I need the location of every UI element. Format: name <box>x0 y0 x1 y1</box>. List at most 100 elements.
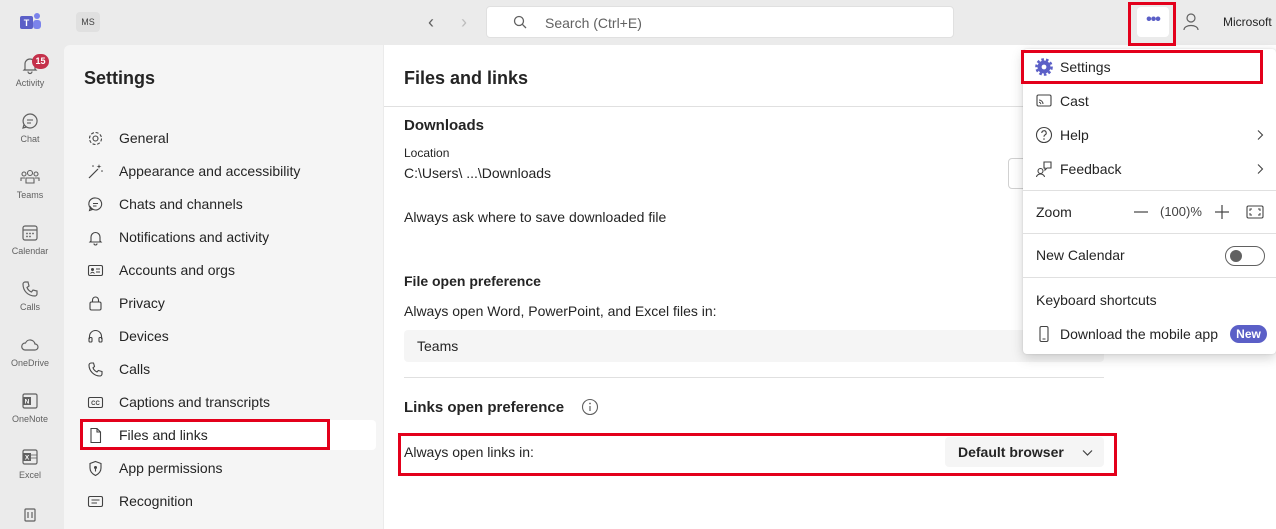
rail-label: Excel <box>18 470 41 480</box>
recognition-icon <box>87 495 104 508</box>
excel-icon: X <box>22 449 38 465</box>
settings-item-label: Accounts and orgs <box>119 262 235 278</box>
settings-item-label: Recognition <box>119 493 193 509</box>
people-icon[interactable] <box>1182 12 1200 32</box>
settings-item-label: Notifications and activity <box>119 229 270 245</box>
menu-label: Download the mobile app <box>1060 326 1218 342</box>
rail-label: Teams <box>16 190 44 200</box>
location-label: Location <box>404 146 450 160</box>
file-open-value: Teams <box>417 338 459 354</box>
file-icon <box>90 427 102 444</box>
menu-item-download-mobile[interactable]: Download the mobile app New <box>1023 317 1276 351</box>
settings-item-calls[interactable]: Calls <box>80 354 376 384</box>
settings-item-label: Chats and channels <box>119 196 243 212</box>
org-name[interactable]: Microsoft <box>1223 15 1272 29</box>
search-input[interactable]: Search (Ctrl+E) <box>486 6 954 38</box>
rail-item-onedrive[interactable]: OneDrive <box>0 329 60 377</box>
info-icon[interactable] <box>581 398 599 416</box>
gear-icon <box>88 131 103 146</box>
more-options-button[interactable]: ••• <box>1137 7 1169 37</box>
menu-item-new-calendar[interactable]: New Calendar <box>1023 238 1276 272</box>
zoom-in-icon[interactable] <box>1212 202 1232 222</box>
menu-label: Feedback <box>1060 161 1122 177</box>
settings-item-files-and-links[interactable]: Files and links <box>80 420 376 450</box>
activity-badge: 15 <box>32 54 49 69</box>
rail-item-chat[interactable]: Chat <box>0 105 60 153</box>
rail-item-activity[interactable]: 15 Activity <box>0 49 60 97</box>
ask-save-location-label: Always ask where to save downloaded file <box>404 209 667 225</box>
settings-item-label: Devices <box>119 328 169 344</box>
svg-text:CC: CC <box>91 401 100 407</box>
rail-item-calendar[interactable]: Calendar <box>0 217 60 265</box>
settings-item-appearance[interactable]: Appearance and accessibility <box>80 156 376 186</box>
rail-item-apps[interactable] <box>0 497 60 529</box>
zoom-out-icon[interactable] <box>1130 203 1152 221</box>
settings-item-privacy[interactable]: Privacy <box>80 288 376 318</box>
settings-item-notifications[interactable]: Notifications and activity <box>80 222 376 252</box>
help-icon <box>1035 126 1053 144</box>
phone-icon <box>88 362 103 377</box>
menu-item-keyboard-shortcuts[interactable]: Keyboard shortcuts <box>1023 283 1276 317</box>
file-open-dropdown[interactable]: Teams <box>404 330 1104 362</box>
menu-label: Help <box>1060 127 1089 143</box>
menu-item-zoom: Zoom (100)% <box>1023 195 1276 229</box>
settings-item-label: General <box>119 130 169 146</box>
svg-text:N: N <box>25 399 30 406</box>
menu-item-help[interactable]: Help <box>1023 118 1276 152</box>
toggle-knob <box>1230 250 1242 262</box>
menu-label: Settings <box>1060 59 1111 75</box>
rail-item-calls[interactable]: Calls <box>0 273 60 321</box>
menu-label: Keyboard shortcuts <box>1036 292 1157 308</box>
svg-text:T: T <box>24 18 30 28</box>
rail-item-onenote[interactable]: N OneNote <box>0 385 60 433</box>
back-arrow-icon[interactable]: ‹ <box>421 12 441 32</box>
rail-label: Activity <box>15 78 45 88</box>
svg-text:X: X <box>25 455 30 462</box>
cloud-icon <box>21 339 39 351</box>
feedback-icon <box>1035 161 1052 178</box>
forward-arrow-icon[interactable]: › <box>454 12 474 32</box>
rail-item-teams[interactable]: Teams <box>0 161 60 209</box>
links-open-label: Always open links in: <box>404 444 534 460</box>
rail-label: Calls <box>19 302 40 312</box>
menu-divider <box>1023 190 1276 191</box>
shield-icon <box>89 460 102 477</box>
chevron-right-icon <box>1257 164 1264 174</box>
org-avatar[interactable]: MS <box>76 12 100 32</box>
rail-label: Chat <box>20 134 40 144</box>
settings-title: Settings <box>84 68 156 88</box>
settings-item-recognition[interactable]: Recognition <box>80 486 376 516</box>
downloads-heading: Downloads <box>404 117 485 134</box>
menu-item-feedback[interactable]: Feedback <box>1023 152 1276 186</box>
menu-item-cast[interactable]: Cast <box>1023 84 1276 118</box>
teams-logo-icon[interactable]: T <box>20 12 42 32</box>
settings-item-chats[interactable]: Chats and channels <box>80 189 376 219</box>
mobile-phone-icon <box>1039 325 1049 343</box>
settings-item-app-permissions[interactable]: App permissions <box>80 453 376 483</box>
fullscreen-icon[interactable] <box>1245 203 1265 221</box>
settings-sidebar: Settings General Appearance and accessib… <box>64 45 383 529</box>
menu-item-settings[interactable]: Settings <box>1023 50 1276 84</box>
settings-item-label: Privacy <box>119 295 165 311</box>
menu-label: New Calendar <box>1036 247 1125 263</box>
menu-label: Cast <box>1060 93 1089 109</box>
settings-item-label: Appearance and accessibility <box>119 163 301 179</box>
chevron-down-icon <box>1082 450 1093 456</box>
settings-item-general[interactable]: General <box>80 123 376 153</box>
calendar-icon <box>22 225 38 241</box>
links-open-dropdown[interactable]: Default browser <box>945 437 1104 467</box>
new-calendar-toggle[interactable] <box>1225 246 1265 266</box>
settings-item-accounts[interactable]: Accounts and orgs <box>80 255 376 285</box>
app-rail: 15 Activity Chat Teams Calendar Calls On… <box>0 45 63 529</box>
cc-icon: CC <box>87 396 104 409</box>
settings-item-captions[interactable]: CC Captions and transcripts <box>80 387 376 417</box>
teams-icon <box>20 169 40 184</box>
more-options-menu: Settings Cast Help Feedback Zoom (100)% <box>1023 49 1276 354</box>
settings-item-label: App permissions <box>119 460 223 476</box>
menu-divider <box>1023 233 1276 234</box>
search-placeholder: Search (Ctrl+E) <box>545 15 642 31</box>
settings-item-devices[interactable]: Devices <box>80 321 376 351</box>
rail-item-excel[interactable]: X Excel <box>0 441 60 489</box>
bell-icon <box>88 231 103 246</box>
chevron-right-icon <box>1257 130 1264 140</box>
